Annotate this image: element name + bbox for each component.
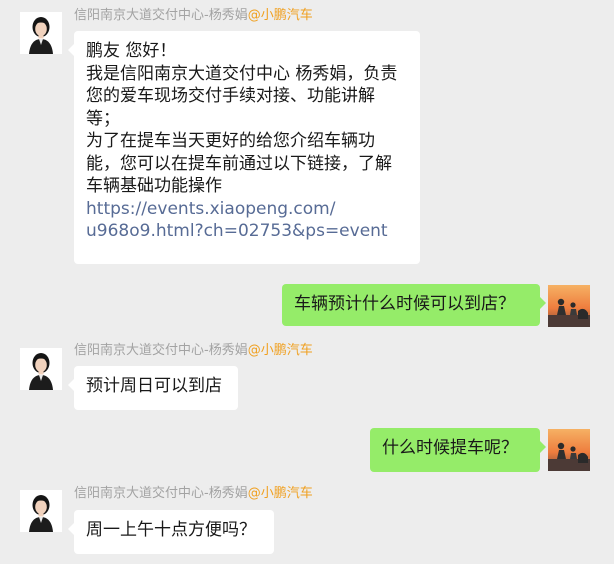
agent-avatar[interactable] bbox=[20, 12, 62, 54]
chat-history[interactable]: 信阳南京大道交付中心-杨秀娟@小鹏汽车 鹏友 您好！ 我是信阳南京大道交付中心 … bbox=[0, 0, 614, 564]
agent-avatar[interactable] bbox=[20, 348, 62, 390]
agent-avatar[interactable] bbox=[20, 490, 62, 532]
message-line: 等； bbox=[86, 108, 120, 129]
user-avatar[interactable] bbox=[548, 429, 590, 471]
message-line: 您的爱车现场交付手续对接、功能讲解 bbox=[86, 86, 375, 106]
message-link[interactable]: https://events.xiaopeng.com/ bbox=[86, 198, 408, 221]
sender-name: 信阳南京大道交付中心-杨秀娟@小鹏汽车 bbox=[74, 343, 313, 358]
message-bubble[interactable]: 预计周日可以到店 bbox=[68, 366, 238, 410]
message-text: 车辆预计什么时候可以到店？ bbox=[294, 294, 515, 314]
sender-name: 信阳南京大道交付中心-杨秀娟@小鹏汽车 bbox=[74, 8, 313, 23]
user-avatar[interactable] bbox=[548, 285, 590, 327]
message-line: 鹏友 您好！ bbox=[86, 41, 177, 61]
message-text: 周一上午十点方便吗？ bbox=[86, 520, 256, 540]
sender-brand: @小鹏汽车 bbox=[247, 8, 313, 23]
message-line: 能，您可以在提车前通过以下链接，了解 bbox=[86, 153, 392, 174]
message-link[interactable]: u968o9.html?ch=02753&ps=event bbox=[86, 220, 408, 243]
message-text: 什么时候提车呢？ bbox=[382, 438, 518, 458]
message-bubble[interactable]: 什么时候提车呢？ bbox=[370, 428, 546, 472]
message-line: 我是信阳南京大道交付中心 杨秀娟，负责 bbox=[86, 63, 398, 84]
sender-name: 信阳南京大道交付中心-杨秀娟@小鹏汽车 bbox=[74, 486, 313, 501]
message-bubble[interactable]: 鹏友 您好！ 我是信阳南京大道交付中心 杨秀娟，负责 您的爱车现场交付手续对接、… bbox=[68, 31, 420, 264]
message-line: 为了在提车当天更好的给您介绍车辆功 bbox=[86, 131, 375, 151]
sender-brand: @小鹏汽车 bbox=[247, 486, 313, 501]
message-line: 车辆基础功能操作 bbox=[86, 176, 222, 196]
message-bubble[interactable]: 周一上午十点方便吗？ bbox=[68, 510, 274, 554]
message-bubble[interactable]: 车辆预计什么时候可以到店？ bbox=[282, 284, 546, 326]
sender-brand: @小鹏汽车 bbox=[247, 343, 313, 358]
message-text: 预计周日可以到店 bbox=[86, 376, 222, 396]
